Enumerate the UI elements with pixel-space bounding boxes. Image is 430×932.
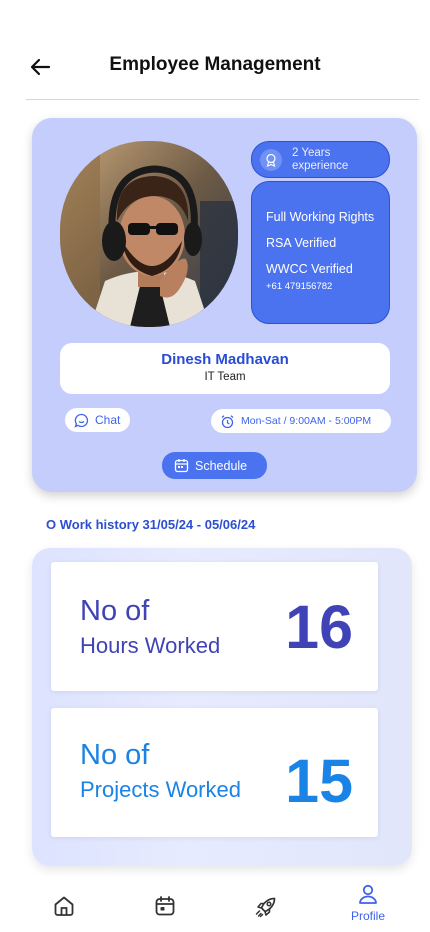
work-history-title: O Work history 31/05/24 - 05/06/24 bbox=[46, 517, 256, 532]
alarm-clock-icon bbox=[220, 414, 235, 429]
stats-panel: No of Hours Worked 16 No of Projects Wor… bbox=[32, 548, 412, 866]
hours-worked-value: 16 bbox=[285, 593, 353, 661]
stat-label-prefix: No of bbox=[80, 739, 150, 771]
nav-calendar[interactable] bbox=[135, 894, 195, 932]
stat-label-prefix: No of bbox=[80, 595, 150, 627]
page-title: Employee Management bbox=[109, 54, 321, 75]
rocket-icon bbox=[255, 897, 276, 918]
employee-team: IT Team bbox=[204, 371, 246, 383]
nav-profile-label: Profile bbox=[350, 909, 385, 923]
profile-icon bbox=[359, 884, 377, 904]
schedule-button[interactable]: Schedule bbox=[162, 452, 267, 479]
projects-worked-card: No of Projects Worked 15 bbox=[51, 708, 378, 837]
phone-number: +61 479156782 bbox=[266, 281, 333, 292]
home-icon bbox=[54, 896, 74, 916]
stat-label: Hours Worked bbox=[80, 633, 221, 658]
projects-worked-value: 15 bbox=[285, 747, 353, 815]
nav-home[interactable] bbox=[34, 894, 94, 932]
wwcc-status: WWCC Verified bbox=[266, 262, 353, 276]
nav-rocket[interactable] bbox=[236, 894, 296, 932]
calendar-icon bbox=[174, 458, 189, 473]
working-rights: Full Working Rights bbox=[266, 210, 375, 224]
schedule-label: Schedule bbox=[195, 458, 248, 473]
bottom-nav: Profile bbox=[0, 876, 430, 932]
header: Employee Management bbox=[0, 0, 430, 100]
experience-label: experience bbox=[292, 159, 349, 172]
name-box: Dinesh Madhavan IT Team bbox=[60, 343, 390, 394]
chat-button[interactable]: Chat bbox=[65, 408, 130, 432]
header-divider bbox=[26, 99, 419, 100]
experience-years: 2 Years bbox=[292, 146, 331, 159]
rsa-status: RSA Verified bbox=[266, 236, 337, 250]
experience-badge: 2 Years experience bbox=[251, 141, 390, 178]
avatar bbox=[60, 141, 238, 327]
employee-name: Dinesh Madhavan bbox=[161, 351, 289, 368]
chat-label: Chat bbox=[95, 413, 121, 427]
hours-worked-card: No of Hours Worked 16 bbox=[51, 562, 378, 691]
avatar-photo bbox=[60, 141, 238, 327]
working-hours-text: Mon-Sat / 9:00AM - 5:00PM bbox=[241, 415, 372, 427]
stat-label: Projects Worked bbox=[80, 777, 241, 802]
award-icon bbox=[260, 148, 282, 171]
working-hours: Mon-Sat / 9:00AM - 5:00PM bbox=[211, 409, 391, 433]
chat-icon bbox=[74, 413, 89, 428]
work-rights-box: Full Working Rights RSA Verified WWCC Ve… bbox=[251, 181, 390, 324]
experience-text: 2 Years experience bbox=[292, 147, 348, 173]
profile-card: 2 Years experience Full Working Rights R… bbox=[32, 118, 417, 492]
calendar-icon bbox=[155, 896, 175, 916]
nav-profile[interactable]: Profile bbox=[338, 882, 398, 928]
